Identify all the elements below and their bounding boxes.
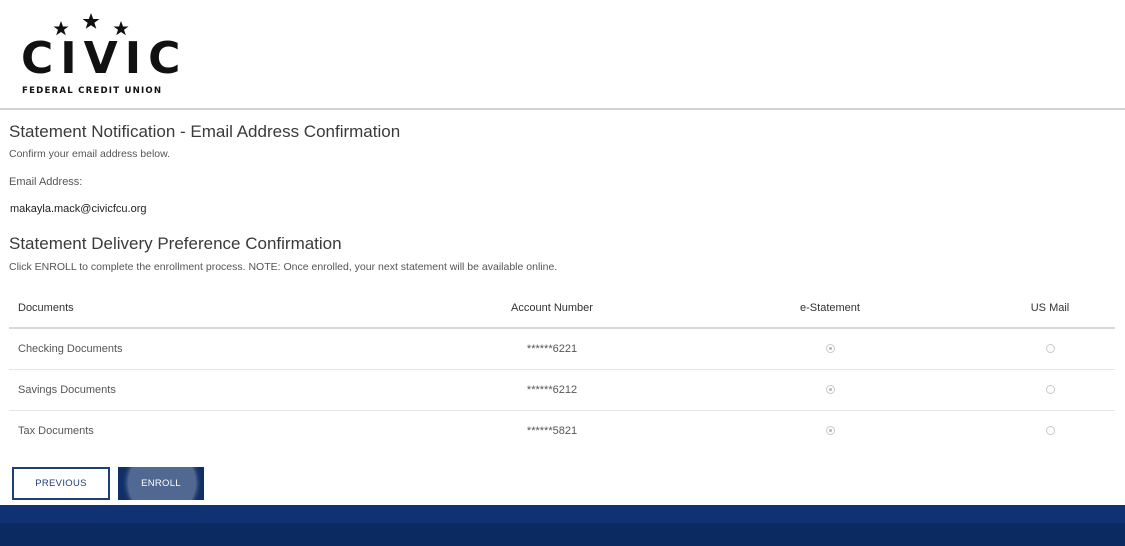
brand-name: CIVIC [21, 33, 188, 84]
column-header-documents: Documents [9, 288, 429, 329]
enroll-button[interactable]: ENROLL [118, 467, 204, 500]
delivery-instruction: Click ENROLL to complete the enrollment … [9, 261, 558, 273]
e-statement-radio-tax[interactable] [825, 426, 835, 436]
email-label: Email Address: [9, 176, 83, 188]
us-mail-radio-checking[interactable] [1045, 344, 1055, 354]
e-statement-radio-checking[interactable] [825, 344, 835, 354]
column-header-account-number: Account Number [429, 288, 675, 329]
table-row: Savings Documents ******6212 [9, 369, 1115, 411]
previous-button[interactable]: PREVIOUS [12, 467, 110, 500]
delivery-section-title: Statement Delivery Preference Confirmati… [9, 234, 342, 253]
e-statement-radio-savings[interactable] [825, 385, 835, 395]
civic-logo[interactable]: CIVIC FEDERAL CREDIT UNION [21, 12, 181, 98]
column-header-us-mail: US Mail [985, 288, 1115, 329]
table-row: Checking Documents ******6221 [9, 328, 1115, 370]
column-header-e-statement: e-Statement [675, 288, 985, 329]
account-number: ******6221 [429, 328, 675, 370]
email-value: makayla.mack@civicfcu.org [10, 203, 147, 215]
statement-preferences-table: Documents Account Number e-Statement US … [9, 288, 1115, 451]
document-name: Checking Documents [9, 328, 429, 370]
us-mail-radio-tax[interactable] [1045, 426, 1055, 436]
email-instruction: Confirm your email address below. [9, 148, 171, 160]
account-number: ******6212 [429, 369, 675, 411]
document-name: Savings Documents [9, 369, 429, 411]
table-header-row: Documents Account Number e-Statement US … [9, 288, 1115, 329]
us-mail-radio-savings[interactable] [1045, 385, 1055, 395]
email-section-title: Statement Notification - Email Address C… [9, 122, 401, 141]
brand-subtitle: FEDERAL CREDIT UNION [22, 86, 163, 96]
account-number: ******5821 [526, 424, 578, 437]
footer-band [0, 505, 1125, 523]
document-name: Tax Documents [18, 424, 94, 437]
site-header: CIVIC FEDERAL CREDIT UNION [0, 0, 1125, 110]
table-row: Tax Documents ******5821 [9, 410, 1115, 451]
site-footer [0, 505, 1125, 546]
